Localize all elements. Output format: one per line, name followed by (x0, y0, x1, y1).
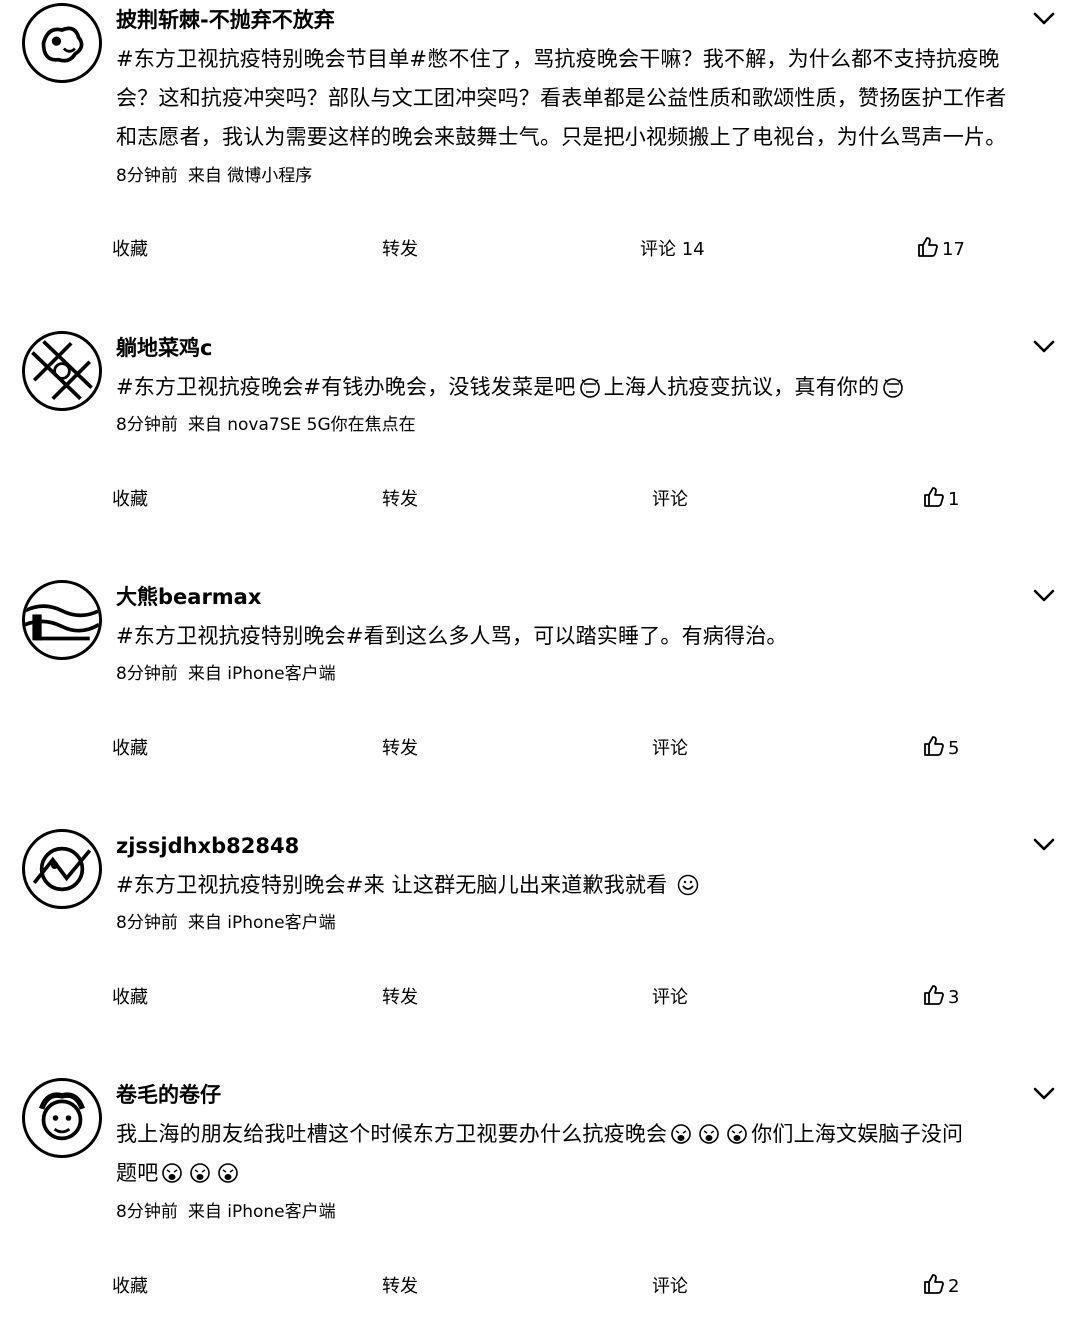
source: 来自 nova7SE 5G你在焦点在 (187, 415, 416, 435)
like-count: 3 (948, 987, 960, 1008)
action-bar: 收藏 转发 评论 5 (0, 734, 1080, 764)
like-count: 2 (948, 1276, 960, 1297)
username[interactable]: 卷毛的卷仔 (116, 1081, 221, 1109)
favorite-button[interactable]: 收藏 (112, 235, 148, 265)
source: 来自 iPhone客户端 (187, 913, 336, 933)
username[interactable]: 大熊bearmax (116, 583, 261, 611)
favorite-button[interactable]: 收藏 (112, 983, 148, 1013)
post-meta: 8分钟前 来自 微博小程序 (116, 164, 312, 188)
chevron-down-icon[interactable] (1030, 1079, 1058, 1107)
forward-button[interactable]: 转发 (382, 235, 418, 265)
thumbs-up-icon (922, 734, 946, 758)
forward-button[interactable]: 转发 (382, 485, 418, 515)
forward-button[interactable]: 转发 (382, 1272, 418, 1302)
forward-button[interactable]: 转发 (382, 983, 418, 1013)
vomit-face-icon (726, 1123, 748, 1145)
angry-face-icon (882, 376, 904, 398)
source: 来自 iPhone客户端 (187, 1202, 336, 1222)
timestamp: 8分钟前 (116, 1202, 178, 1222)
like-count: 5 (948, 738, 960, 759)
like-button[interactable]: 1 (922, 485, 959, 515)
post-meta: 8分钟前 来自 iPhone客户端 (116, 1200, 336, 1224)
timestamp: 8分钟前 (116, 415, 178, 435)
post-meta: 8分钟前 来自 iPhone客户端 (116, 662, 336, 686)
favorite-button[interactable]: 收藏 (112, 1272, 148, 1302)
vomit-face-icon (189, 1162, 211, 1184)
post-text: #东方卫视抗疫特别晚会#来 让这群无脑儿出来道歉我就看 (116, 866, 1051, 905)
username[interactable]: 躺地菜鸡c (116, 334, 212, 362)
thumbs-up-icon (922, 485, 946, 509)
comment-count: 14 (681, 239, 705, 260)
avatar[interactable] (22, 580, 102, 660)
thumbs-up-icon (916, 235, 940, 259)
thumbs-up-icon (922, 1272, 946, 1296)
vomit-face-icon (161, 1162, 183, 1184)
favorite-button[interactable]: 收藏 (112, 485, 148, 515)
source: 来自 iPhone客户端 (187, 664, 336, 684)
action-bar: 收藏 转发 评论 14 17 (0, 235, 1080, 265)
avatar[interactable] (22, 331, 102, 411)
source: 来自 微博小程序 (187, 166, 313, 186)
angry-face-icon (579, 376, 601, 398)
like-button[interactable]: 3 (922, 983, 959, 1013)
comment-button[interactable]: 评论 (652, 485, 688, 515)
post-text: #东方卫视抗疫特别晚会#看到这么多人骂，可以踏实睡了。有病得治。 (116, 624, 788, 648)
post-text: 我上海的朋友给我吐槽这个时候东方卫视要办什么抗疫晚会 你们上海文娱脑子没问 题吧 (116, 1122, 964, 1185)
comment-button[interactable]: 评论 (652, 734, 688, 764)
like-button[interactable]: 17 (916, 235, 965, 265)
comment-button[interactable]: 评论 14 (640, 235, 705, 265)
avatar[interactable] (22, 3, 102, 83)
username[interactable]: zjssjdhxb82848 (116, 832, 299, 860)
like-button[interactable]: 5 (922, 734, 959, 764)
chevron-down-icon[interactable] (1030, 4, 1058, 32)
post-meta: 8分钟前 来自 iPhone客户端 (116, 911, 336, 935)
forward-button[interactable]: 转发 (382, 734, 418, 764)
comment-button[interactable]: 评论 (652, 983, 688, 1013)
avatar[interactable] (22, 829, 102, 909)
chevron-down-icon[interactable] (1030, 581, 1058, 609)
comment-button[interactable]: 评论 (652, 1272, 688, 1302)
timestamp: 8分钟前 (116, 166, 178, 186)
vomit-face-icon (217, 1162, 239, 1184)
avatar[interactable] (22, 1078, 102, 1158)
smile-face-icon (677, 874, 699, 896)
vomit-face-icon (698, 1123, 720, 1145)
chevron-down-icon[interactable] (1030, 332, 1058, 360)
post-meta: 8分钟前 来自 nova7SE 5G你在焦点在 (116, 413, 416, 437)
chevron-down-icon[interactable] (1030, 830, 1058, 858)
thumbs-up-icon (922, 983, 946, 1007)
like-count: 1 (948, 489, 960, 510)
post-text: #东方卫视抗疫特别晚会节目单#憋不住了，骂抗疫晚会干嘛？我不解，为什么都不支持抗… (116, 47, 1007, 149)
timestamp: 8分钟前 (116, 664, 178, 684)
post-text: #东方卫视抗疫晚会#有钱办晚会，没钱发菜是吧 上海人抗疫变抗议，真有你的 (116, 368, 1051, 407)
like-button[interactable]: 2 (922, 1272, 959, 1302)
action-bar: 收藏 转发 评论 2 (0, 1272, 1080, 1302)
username[interactable]: 披荆斩棘-不抛弃不放弃 (116, 6, 335, 34)
vomit-face-icon (670, 1123, 692, 1145)
action-bar: 收藏 转发 评论 1 (0, 485, 1080, 515)
favorite-button[interactable]: 收藏 (112, 734, 148, 764)
action-bar: 收藏 转发 评论 3 (0, 983, 1080, 1013)
like-count: 17 (942, 239, 965, 260)
timestamp: 8分钟前 (116, 913, 178, 933)
